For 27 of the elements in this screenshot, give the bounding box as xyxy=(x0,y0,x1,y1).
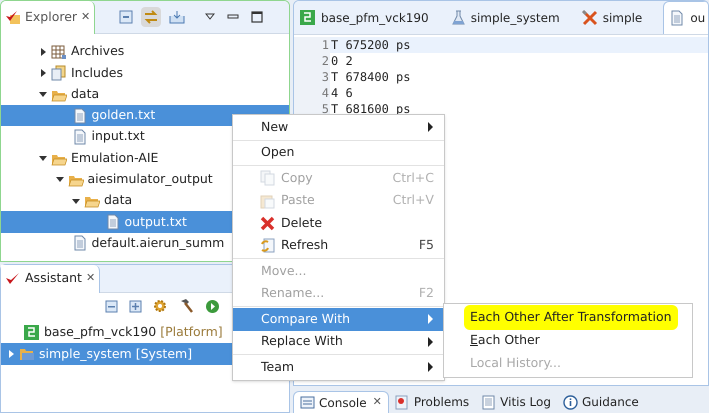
code-line: 4 6 xyxy=(330,85,353,102)
code-line: 0 2 xyxy=(330,53,353,70)
tree-label: Archives xyxy=(71,42,124,60)
shortcut-label: Ctrl+C xyxy=(392,168,434,187)
tree-label: simple_system xyxy=(39,344,132,363)
tree-label: Includes xyxy=(71,64,124,82)
tree-tag: [System] xyxy=(136,344,192,364)
tree-label: input.txt xyxy=(92,127,145,146)
code-line: T 678400 ps xyxy=(330,69,410,86)
tree-label: data xyxy=(104,191,132,210)
shortcut-label: F5 xyxy=(418,236,434,254)
tree-label: default.aierun_summ xyxy=(92,234,224,252)
tree-tag: [Platform] xyxy=(160,323,223,342)
code-line: T 675200 ps xyxy=(330,37,410,54)
line-number: 1 xyxy=(294,37,330,53)
tree-label: base_pfm_vck190 xyxy=(44,323,156,342)
line-number: 4 xyxy=(294,85,330,101)
line-number: 3 xyxy=(294,69,330,85)
tree-label: Emulation-AIE xyxy=(71,148,158,167)
tree-label: data xyxy=(71,84,100,103)
tree-label: aiesimulator_output xyxy=(88,170,213,188)
tree-label: output.txt xyxy=(124,212,187,231)
code-line: T 681600 ps xyxy=(330,101,410,118)
shortcut-label: F2 xyxy=(418,284,434,302)
shortcut-label: Ctrl+V xyxy=(392,191,434,210)
line-number: 2 xyxy=(294,53,330,69)
tree-label: golden.txt xyxy=(92,106,156,124)
